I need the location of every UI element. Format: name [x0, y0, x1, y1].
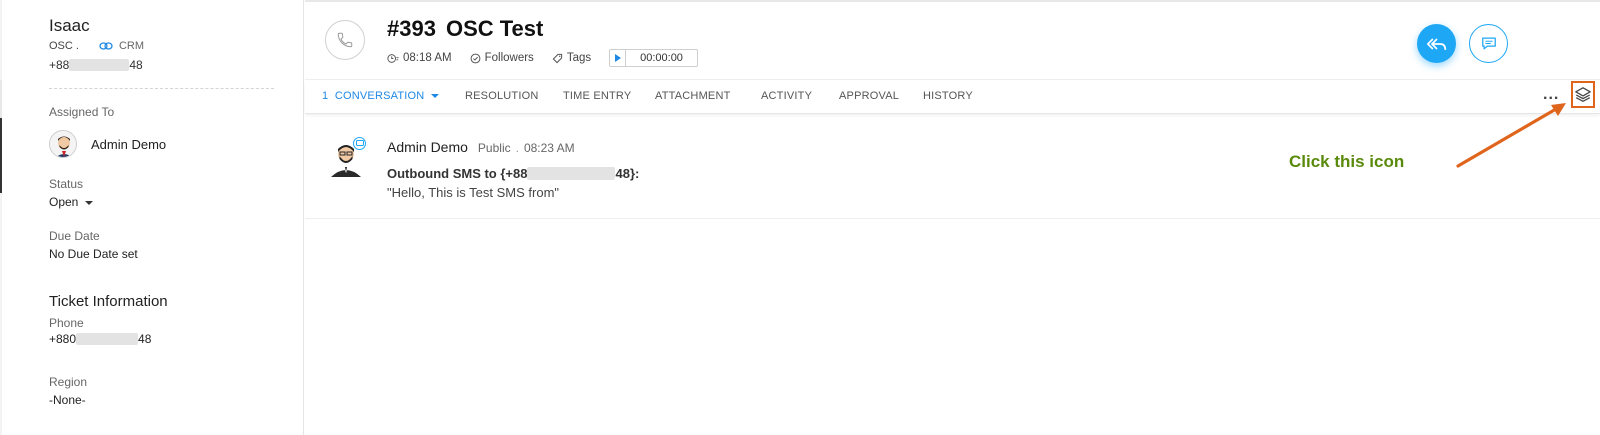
tab-history[interactable]: HISTORY	[923, 90, 973, 102]
phone-prefix: +880	[49, 332, 77, 346]
arrow-icon	[1456, 103, 1566, 168]
tab-approval[interactable]: APPROVAL	[839, 90, 899, 102]
redacted-phone	[69, 59, 130, 71]
separator: .	[515, 141, 519, 155]
assignee[interactable]: Admin Demo	[49, 130, 166, 158]
comment-button[interactable]	[1469, 24, 1508, 63]
crm-label: CRM	[118, 40, 145, 52]
phone-field[interactable]: +880 48	[49, 332, 151, 346]
contact-phone-suffix: 48	[129, 58, 143, 72]
author-name[interactable]: Admin Demo	[387, 139, 468, 155]
ticket-tabs: 1 CONVERSATION RESOLUTION TIME ENTRY ATT…	[305, 81, 1600, 114]
message-body: "Hello, This is Test SMS from"	[387, 185, 560, 200]
sidebar-edge-light	[0, 80, 2, 118]
ticket-header: #393 OSC Test 08:18 AM Followers Tags 00:…	[305, 0, 1600, 80]
tab-attachment[interactable]: ATTACHMENT	[655, 90, 731, 102]
ticket-information-title: Ticket Information	[49, 293, 168, 310]
tab-activity[interactable]: ACTIVITY	[761, 90, 812, 102]
contact-name[interactable]: Isaac	[49, 16, 90, 36]
layers-icon	[1575, 86, 1591, 102]
tab-conversation[interactable]: 1 CONVERSATION	[322, 90, 440, 102]
ticket-subject[interactable]: OSC Test	[446, 16, 543, 41]
followers-button[interactable]: Followers	[470, 52, 534, 64]
reply-all-button[interactable]	[1417, 24, 1456, 63]
play-icon[interactable]	[610, 50, 627, 66]
page-title: #393 OSC Test	[387, 16, 543, 42]
annotation-text: Click this icon	[1289, 152, 1405, 171]
tag-icon	[552, 53, 562, 63]
phone-icon	[337, 32, 353, 48]
status-dropdown[interactable]: Open	[49, 195, 94, 209]
contact-phone[interactable]: +88 48	[49, 58, 143, 72]
contact-sidebar: Isaac OSC . CRM +88 48 Assigned To Admin…	[0, 0, 304, 435]
time-tracker: 00:00:00	[609, 49, 698, 67]
tab-conversation-label: 1 CONVERSATION	[322, 90, 425, 102]
contact-account-row: OSC . CRM	[49, 40, 144, 52]
followers-label: Followers	[484, 52, 534, 64]
reply-all-icon	[1426, 37, 1446, 50]
conversation-item: Admin Demo Public . 08:23 AM Outbound SM…	[305, 115, 1600, 219]
ticket-number: #393	[387, 16, 436, 41]
ticket-meta: 08:18 AM Followers Tags 00:00:00	[387, 49, 698, 67]
due-date-label: Due Date	[49, 229, 100, 243]
created-time: 08:18 AM	[387, 52, 452, 64]
region-label: Region	[49, 375, 88, 389]
chevron-down-icon	[431, 94, 440, 99]
followers-icon	[470, 53, 480, 63]
timer-value: 00:00:00	[640, 52, 683, 64]
sms-icon	[353, 137, 366, 150]
link-icon	[99, 42, 113, 50]
message-header: Admin Demo Public . 08:23 AM	[387, 139, 575, 155]
avatar	[49, 130, 77, 158]
contact-account[interactable]: OSC .	[49, 40, 79, 52]
tab-resolution[interactable]: RESOLUTION	[465, 90, 539, 102]
tags-label: Tags	[566, 52, 592, 64]
channel-icon-circle	[325, 20, 365, 60]
redacted-phone	[76, 333, 139, 345]
message-subject-prefix: Outbound SMS to {+88	[387, 166, 528, 181]
clock-icon	[387, 53, 399, 63]
phone-label: Phone	[49, 316, 84, 330]
crm-link[interactable]: CRM	[85, 40, 144, 52]
message-subject: Outbound SMS to {+88 48}:	[387, 166, 639, 181]
sidebar-edge	[0, 0, 2, 435]
due-date-value[interactable]: No Due Date set	[49, 247, 138, 261]
sidebar-edge-active	[0, 118, 2, 193]
message-time: 08:23 AM	[523, 141, 575, 155]
chevron-down-icon	[85, 200, 94, 205]
tab-time-entry[interactable]: TIME ENTRY	[563, 90, 631, 102]
status-label: Status	[49, 177, 84, 191]
visibility-label: Public	[477, 141, 511, 155]
assigned-to-label: Assigned To	[49, 105, 115, 119]
region-value[interactable]: -None-	[49, 393, 86, 407]
message-subject-suffix: 48}:	[615, 166, 640, 181]
redacted-phone	[527, 167, 616, 180]
assignee-name: Admin Demo	[91, 136, 167, 152]
tags-button[interactable]: Tags	[552, 52, 591, 64]
status-value: Open	[49, 195, 79, 209]
phone-suffix: 48	[138, 332, 152, 346]
divider	[49, 88, 274, 89]
comment-icon	[1481, 37, 1496, 50]
contact-phone-prefix: +88	[49, 58, 70, 72]
created-time-text: 08:18 AM	[403, 52, 452, 64]
